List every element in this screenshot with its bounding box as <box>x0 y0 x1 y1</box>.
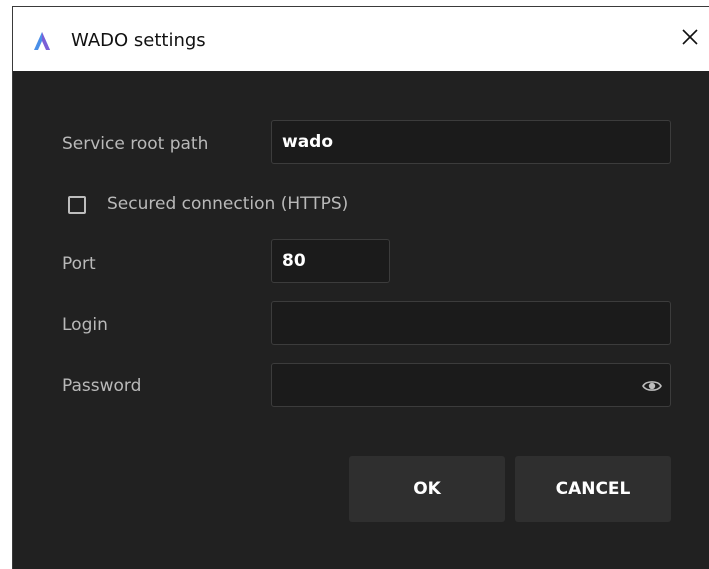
app-logo-icon <box>31 29 53 51</box>
cancel-button[interactable]: CANCEL <box>515 456 671 522</box>
secured-connection-label[interactable]: Secured connection (HTTPS) <box>107 194 348 214</box>
service-root-path-input[interactable]: wado <box>271 120 671 164</box>
eye-icon[interactable] <box>642 376 662 396</box>
title-bar: WADO settings <box>13 7 709 71</box>
port-value: 80 <box>282 251 306 271</box>
password-input[interactable] <box>271 363 671 407</box>
password-label: Password <box>62 376 142 396</box>
dialog-title: WADO settings <box>71 30 206 51</box>
wado-settings-dialog: WADO settings Service root path wado Sec… <box>12 6 709 569</box>
service-root-path-value: wado <box>282 132 334 152</box>
close-button[interactable] <box>670 19 709 59</box>
secured-connection-checkbox[interactable] <box>68 196 86 214</box>
close-icon <box>680 27 700 51</box>
ok-button[interactable]: OK <box>349 456 505 522</box>
service-root-path-label: Service root path <box>62 134 209 154</box>
login-label: Login <box>62 315 108 335</box>
login-input[interactable] <box>271 301 671 345</box>
port-input[interactable]: 80 <box>271 239 390 283</box>
port-label: Port <box>62 254 96 274</box>
